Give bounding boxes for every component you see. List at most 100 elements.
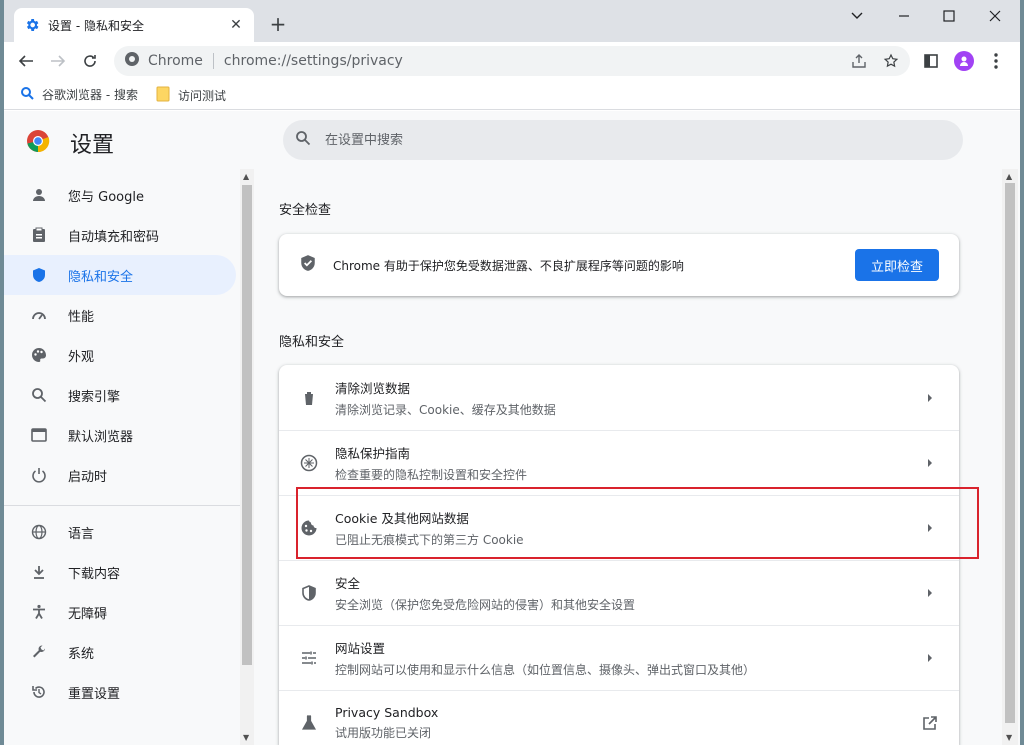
browser-window: 设置 - 隐私和安全 ✕ + Chrome chrome://settings/…: [4, 0, 1020, 745]
globe-icon: [30, 523, 48, 541]
profile-avatar[interactable]: [954, 51, 974, 71]
sidebar-item-reset[interactable]: 重置设置: [4, 672, 236, 712]
sidebar-item-accessibility[interactable]: 无障碍: [4, 592, 236, 632]
restore-icon: [30, 683, 48, 701]
shield-icon: [30, 266, 48, 284]
sidebar-item-autofill[interactable]: 自动填充和密码: [4, 215, 236, 255]
sidebar-item-appearance[interactable]: 外观: [4, 335, 236, 375]
sidebar-item-on-startup[interactable]: 启动时: [4, 455, 236, 495]
minimize-icon[interactable]: [889, 4, 919, 28]
sidebar-item-label: 性能: [68, 309, 95, 325]
search-input[interactable]: [325, 132, 925, 148]
sidebar-item-label: 您与 Google: [68, 189, 144, 205]
sidebar-item-label: 隐私和安全: [68, 269, 134, 285]
chevron-right-icon: [915, 458, 945, 468]
wrench-icon: [30, 643, 48, 661]
row-clear-browsing-data[interactable]: 清除浏览数据 清除浏览记录、Cookie、缓存及其他数据: [279, 365, 959, 430]
main-scrollbar[interactable]: ▲ ▼: [1002, 169, 1018, 745]
settings-page: 设置 您与 Google 自动填充和密码 隐私和安全: [4, 111, 1020, 745]
safety-check-description: Chrome 有助于保护您免受数据泄露、不良扩展程序等问题的影响: [333, 258, 684, 273]
safety-check-card: Chrome 有助于保护您免受数据泄露、不良扩展程序等问题的影响 立即检查: [279, 234, 959, 296]
scroll-down-arrow-icon[interactable]: ▼: [1006, 733, 1012, 742]
back-button[interactable]: [14, 49, 38, 73]
search-icon: [295, 130, 311, 150]
power-icon: [30, 466, 48, 484]
search-icon: [30, 386, 48, 404]
check-now-button[interactable]: 立即检查: [855, 249, 939, 281]
close-tab-icon[interactable]: ✕: [228, 17, 244, 33]
chevron-right-icon: [915, 653, 945, 663]
row-subtitle: 控制网站可以使用和显示什么信息（如位置信息、摄像头、弹出式窗口及其他）: [335, 663, 756, 677]
settings-search[interactable]: [283, 120, 963, 160]
bookmark-label: 谷歌浏览器 - 搜索: [42, 88, 138, 102]
row-title: 隐私保护指南: [335, 446, 411, 461]
gear-icon: [24, 17, 40, 33]
settings-header: 设置: [26, 127, 114, 159]
sidebar: 您与 Google 自动填充和密码 隐私和安全 性能 外观 搜索引擎 默认浏览器…: [4, 169, 240, 745]
flask-icon: [299, 713, 319, 733]
row-privacy-sandbox[interactable]: Privacy Sandbox 试用版功能已关闭: [279, 690, 959, 745]
close-window-icon[interactable]: [980, 4, 1010, 28]
tab-title: 设置 - 隐私和安全: [48, 18, 144, 33]
bookmark-item[interactable]: 谷歌浏览器 - 搜索: [20, 86, 138, 103]
main-scroll-thumb[interactable]: [1005, 183, 1015, 723]
sidebar-item-you-and-google[interactable]: 您与 Google: [4, 175, 236, 215]
row-subtitle: 安全浏览（保护您免受危险网站的侵害）和其他安全设置: [335, 598, 636, 612]
scroll-up-arrow-icon[interactable]: ▲: [1006, 172, 1012, 181]
tab-strip: 设置 - 隐私和安全 ✕ +: [4, 0, 1020, 42]
privacy-guide-icon: [299, 453, 319, 473]
row-site-settings[interactable]: 网站设置控制网站可以使用和显示什么信息（如位置信息、摄像头、弹出式窗口及其他）: [279, 625, 959, 690]
sidebar-item-performance[interactable]: 性能: [4, 295, 236, 335]
folder-icon: [156, 86, 170, 105]
address-bar[interactable]: Chrome chrome://settings/privacy: [114, 46, 910, 76]
tab-search-icon[interactable]: [842, 4, 872, 28]
url-text[interactable]: chrome://settings/privacy: [224, 53, 403, 69]
side-panel-icon[interactable]: [922, 52, 940, 70]
sidebar-item-label: 系统: [68, 646, 95, 662]
row-title: 网站设置: [335, 641, 386, 656]
accessibility-icon: [30, 603, 48, 621]
sidebar-scroll-thumb[interactable]: [242, 185, 252, 665]
row-security[interactable]: 安全安全浏览（保护您免受危险网站的侵害）和其他安全设置: [279, 560, 959, 625]
share-icon[interactable]: [850, 52, 868, 70]
open-external-icon[interactable]: [915, 715, 945, 731]
sidebar-item-languages[interactable]: 语言: [4, 512, 236, 552]
sidebar-scrollbar[interactable]: ▲ ▼: [240, 169, 254, 745]
sidebar-item-label: 下载内容: [68, 566, 121, 582]
reload-button[interactable]: [78, 49, 102, 73]
toolbar: Chrome chrome://settings/privacy: [4, 42, 1020, 80]
new-tab-button[interactable]: +: [266, 12, 290, 36]
chrome-site-icon: [124, 51, 140, 71]
omnibox-divider: [212, 53, 214, 69]
sidebar-item-system[interactable]: 系统: [4, 632, 236, 672]
sidebar-item-search-engine[interactable]: 搜索引擎: [4, 375, 236, 415]
google-search-icon: [20, 86, 34, 103]
sidebar-item-privacy[interactable]: 隐私和安全: [4, 255, 236, 295]
tab-settings[interactable]: 设置 - 隐私和安全 ✕: [14, 8, 254, 42]
chrome-logo-icon: [26, 129, 50, 157]
clipboard-icon: [30, 226, 48, 244]
bookmark-label: 访问测试: [178, 89, 227, 103]
row-title: 安全: [335, 576, 361, 591]
row-privacy-guide[interactable]: 隐私保护指南检查重要的隐私控制设置和安全控件: [279, 430, 959, 495]
more-menu-icon[interactable]: [987, 52, 1005, 70]
sidebar-item-label: 无障碍: [68, 606, 108, 622]
sidebar-item-label: 搜索引擎: [68, 389, 121, 405]
site-label: Chrome: [148, 53, 203, 69]
sidebar-item-default-browser[interactable]: 默认浏览器: [4, 415, 236, 455]
scroll-down-arrow-icon[interactable]: ▼: [243, 733, 249, 742]
bookmark-folder[interactable]: 访问测试: [156, 86, 226, 105]
row-subtitle: 检查重要的隐私控制设置和安全控件: [335, 468, 528, 482]
sidebar-item-label: 外观: [68, 349, 95, 365]
tune-icon: [299, 648, 319, 668]
sidebar-item-label: 语言: [68, 526, 95, 542]
scroll-up-arrow-icon[interactable]: ▲: [243, 172, 249, 181]
forward-button[interactable]: [46, 49, 70, 73]
person-icon: [30, 186, 48, 204]
security-shield-icon: [299, 583, 319, 603]
bookmark-star-icon[interactable]: [882, 52, 900, 70]
safety-check-heading: 安全检查: [279, 203, 332, 218]
sidebar-item-downloads[interactable]: 下载内容: [4, 552, 236, 592]
maximize-icon[interactable]: [934, 4, 964, 28]
sidebar-divider: [4, 505, 240, 506]
